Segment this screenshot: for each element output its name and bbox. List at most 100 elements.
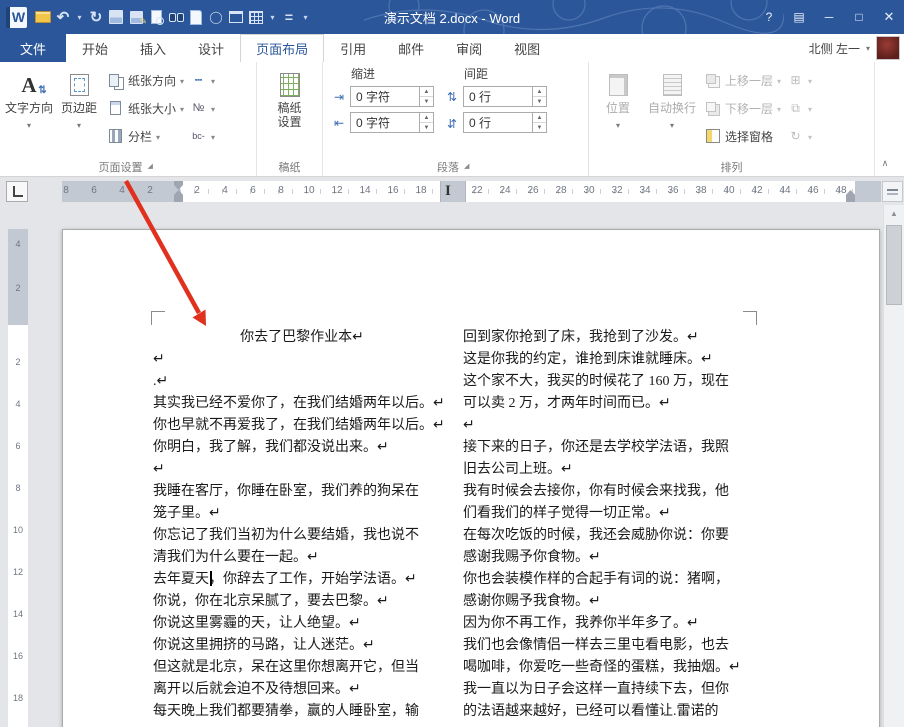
avatar[interactable] (876, 36, 900, 60)
dialog-launcher-icon[interactable] (464, 162, 474, 172)
orientation-button[interactable]: 纸张方向 (104, 68, 187, 92)
split-handle-button[interactable] (882, 181, 903, 202)
redo-icon[interactable]: ↻ (88, 7, 104, 27)
scroll-up-button[interactable] (884, 205, 904, 223)
manuscript-grid-button[interactable]: 稿纸设置 (265, 65, 315, 157)
print-preview-icon[interactable] (148, 7, 164, 27)
text-line: 但这就是北京，呆在这里你想离开它，但当 (153, 657, 451, 679)
indent-right-input[interactable]: 0 字符 (350, 112, 434, 133)
ribbon-tab[interactable]: 视图 (498, 34, 556, 62)
text-line: 你明白，我了解，我们都没说出来。↵ (153, 437, 451, 459)
indent-left-input[interactable]: 0 字符 (350, 86, 434, 107)
spin-down-button[interactable] (420, 123, 433, 132)
table-grid-icon[interactable] (248, 7, 264, 27)
text-line: 你忘记了我们当初为什么要结婚，我也说不 (153, 525, 451, 547)
account-area[interactable]: 北侧 左一 ▾ (809, 34, 904, 62)
align-button[interactable] (784, 68, 815, 92)
rotate-button[interactable] (784, 124, 815, 148)
ruler-number: 12 (329, 185, 345, 196)
ribbon-tab[interactable]: 插入 (124, 34, 182, 62)
ruler-number: 10 (301, 185, 317, 196)
ribbon-tab[interactable]: 开始 (66, 34, 124, 62)
dialog-launcher-icon[interactable] (148, 162, 158, 172)
text-line: 我们也会像情侣一样去三里屯看电影，也去 (463, 635, 759, 657)
ruler-column-gap[interactable] (440, 181, 466, 202)
ruler-number: 28 (553, 185, 569, 196)
ruler-row: 8642 24681012141618222426283032343638404… (0, 177, 904, 205)
vertical-ruler[interactable]: 42 24681012141618 (8, 229, 28, 727)
ribbon-tab[interactable]: 引用 (324, 34, 382, 62)
text-line: 这个家不大，我买的时候花了 160 万，现在 (463, 371, 759, 393)
close-button[interactable]: ✕ (874, 0, 904, 34)
maximize-button[interactable]: □ (844, 0, 874, 34)
spin-down-button[interactable] (533, 123, 546, 132)
undo-caret-icon[interactable]: ▾ (75, 7, 84, 27)
save-edit-icon[interactable]: ✎ (128, 7, 144, 27)
help-button[interactable]: ? (754, 0, 784, 34)
ribbon-tab[interactable]: 审阅 (440, 34, 498, 62)
quick-access-toolbar: ↶▾↻✎◯▾=▾ (33, 7, 312, 27)
group-label: 稿纸 (279, 159, 301, 175)
window-icon[interactable] (228, 7, 244, 27)
send-backward-button[interactable]: 下移一层 (701, 96, 784, 120)
tab-stop-selector[interactable] (6, 181, 28, 202)
ruler-number: 30 (581, 185, 597, 196)
ribbon-tab-bar: 文件 开始插入设计页面布局引用邮件审阅视图 北侧 左一 ▾ (0, 34, 904, 62)
text-line: ↵ (153, 349, 451, 371)
left-column[interactable]: 你去了巴黎作业本↵ ↵.↵其实我已经不爱你了，在我们结婚两年以后。↵你也早就不再… (153, 327, 451, 723)
ruler-number: 2 (8, 283, 28, 295)
horizontal-ruler[interactable]: 8642 24681012141618222426283032343638404… (62, 181, 881, 202)
chevron-down-icon (670, 115, 674, 133)
breaks-button[interactable] (187, 68, 218, 92)
new-doc-icon[interactable] (188, 7, 204, 27)
open-folder-icon[interactable] (35, 7, 51, 27)
ruler-number: 4 (217, 185, 233, 196)
selection-pane-button[interactable]: 选择窗格 (701, 124, 784, 148)
shape-circle-icon[interactable]: ◯ (208, 7, 224, 27)
qat-more-icon[interactable]: ▾ (301, 7, 310, 27)
group-button[interactable] (784, 96, 815, 120)
spin-up-button[interactable] (420, 113, 433, 123)
equals-icon[interactable]: = (281, 7, 297, 27)
spin-up-button[interactable] (533, 113, 546, 123)
bring-forward-button[interactable]: 上移一层 (701, 68, 784, 92)
columns-button[interactable]: 分栏 (104, 124, 187, 148)
spin-down-button[interactable] (420, 97, 433, 106)
ribbon-tab[interactable]: 邮件 (382, 34, 440, 62)
margins-button[interactable]: 页边距 (54, 65, 104, 157)
spin-up-button[interactable] (420, 87, 433, 97)
group-objects-icon (787, 100, 804, 116)
collapse-ribbon-button[interactable] (875, 158, 895, 174)
save-icon[interactable] (108, 7, 124, 27)
position-button[interactable]: 位置 (593, 65, 643, 157)
wrap-text-button[interactable]: 自动换行 (643, 65, 701, 157)
right-column[interactable]: 回到家你抢到了床，我抢到了沙发。↵这是你我的约定，谁抢到床谁就睡床。↵这个家不大… (463, 327, 759, 723)
word-app-icon[interactable]: W (6, 7, 27, 28)
document-page[interactable]: 你去了巴黎作业本↵ ↵.↵其实我已经不爱你了，在我们结婚两年以后。↵你也早就不再… (62, 229, 880, 727)
ribbon-tab[interactable]: 页面布局 (240, 34, 324, 62)
ruler-number: 4 (114, 185, 130, 196)
ribbon-display-options-button[interactable]: ▤ (784, 0, 814, 34)
text-direction-button[interactable]: A 文字方向 (4, 65, 54, 157)
ribbon-tab[interactable]: 设计 (182, 34, 240, 62)
line-numbers-button[interactable] (187, 96, 218, 120)
spin-down-button[interactable] (533, 97, 546, 106)
document-title-line: 你去了巴黎作业本↵ (153, 327, 451, 349)
spin-up-button[interactable] (533, 87, 546, 97)
undo-icon[interactable]: ↶ (55, 7, 71, 27)
paper-size-button[interactable]: 纸张大小 (104, 96, 187, 120)
chevron-down-icon (808, 129, 812, 143)
space-before-input[interactable]: 0 行 (463, 86, 547, 107)
find-icon[interactable] (168, 7, 184, 27)
scrollbar-thumb[interactable] (886, 225, 902, 305)
ruler-number: 26 (525, 185, 541, 196)
space-after-input[interactable]: 0 行 (463, 112, 547, 133)
group-label: 段落 (437, 159, 459, 175)
space-after-icon: ⇅ (444, 116, 460, 130)
vertical-scrollbar[interactable] (883, 205, 904, 727)
grid-caret-icon[interactable]: ▾ (268, 7, 277, 27)
ruler-number: 6 (86, 185, 102, 196)
tab-file[interactable]: 文件 (0, 34, 66, 62)
minimize-button[interactable]: ─ (814, 0, 844, 34)
hyphenation-button[interactable] (187, 124, 218, 148)
